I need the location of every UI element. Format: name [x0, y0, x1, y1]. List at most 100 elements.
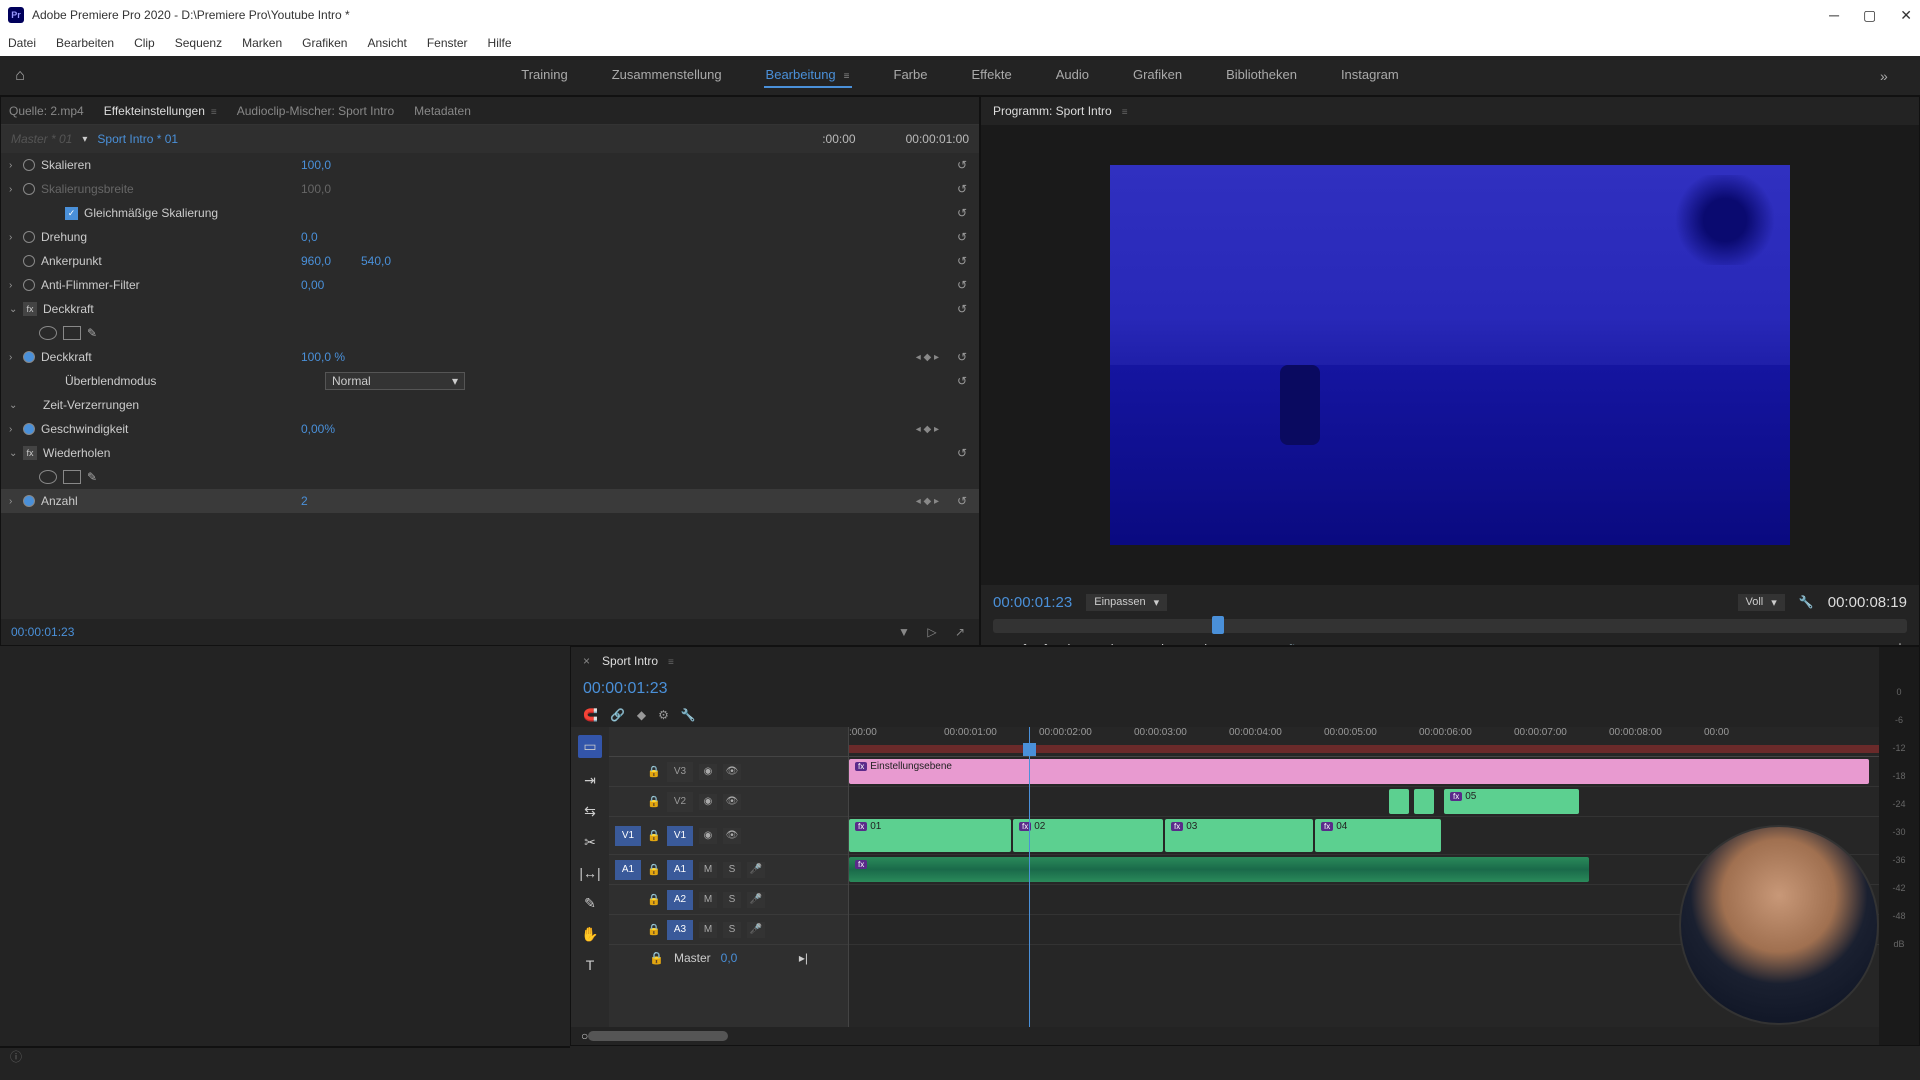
selection-tool[interactable]: ▭ [578, 735, 601, 758]
workspace-bearbeitung[interactable]: Bearbeitung≡ [764, 63, 852, 88]
tab-media-browser[interactable]: a-Browser [11, 1047, 66, 1048]
tab-info[interactable]: Informationen [167, 1047, 240, 1048]
mask-pen-icon[interactable]: ✎ [87, 470, 97, 484]
razor-tool[interactable]: ✂ [584, 834, 596, 851]
stopwatch-active-icon[interactable] [23, 351, 35, 363]
ec-sequence-clip[interactable]: Sport Intro * 01 [97, 132, 178, 146]
lock-icon[interactable]: 🔒 [649, 951, 664, 965]
target-v1[interactable]: V1 [667, 826, 693, 846]
program-timecode[interactable]: 00:00:01:23 [993, 594, 1072, 611]
lock-icon[interactable]: 🔒 [647, 863, 661, 876]
tab-program[interactable]: Programm: Sport Intro≡ [993, 104, 1128, 118]
filter-icon[interactable]: ▼ [895, 625, 913, 639]
solo-button[interactable]: S [723, 922, 741, 938]
target-v2[interactable]: V2 [667, 792, 693, 812]
lock-icon[interactable]: 🔒 [647, 795, 661, 808]
tab-timeline[interactable]: Sport Intro≡ [602, 654, 674, 668]
value-anzahl[interactable]: 2 [301, 494, 361, 508]
reset-icon[interactable]: ↺ [957, 446, 967, 460]
workspace-audio[interactable]: Audio [1054, 63, 1091, 88]
clip-04[interactable]: fx04 [1315, 819, 1441, 852]
clip-01[interactable]: fx01 [849, 819, 1011, 852]
source-a1[interactable]: A1 [615, 860, 641, 880]
work-area-bar[interactable] [849, 745, 1889, 753]
quality-dropdown[interactable]: Voll▾ [1738, 594, 1785, 611]
stopwatch-active-icon[interactable] [23, 423, 35, 435]
twist-icon[interactable]: › [9, 160, 23, 171]
reset-icon[interactable]: ↺ [957, 182, 967, 196]
type-tool[interactable]: T [586, 957, 595, 973]
workspace-bibliotheken[interactable]: Bibliotheken [1224, 63, 1299, 88]
menu-bearbeiten[interactable]: Bearbeiten [56, 36, 114, 50]
ec-current-timecode[interactable]: 00:00:01:23 [11, 625, 74, 639]
track-v3[interactable]: fxEinstellungsebene [849, 757, 1919, 787]
target-a2[interactable]: A2 [667, 890, 693, 910]
record-icon[interactable]: 🎤 [747, 922, 765, 938]
menu-grafiken[interactable]: Grafiken [302, 36, 347, 50]
clip-02[interactable]: fx02 [1013, 819, 1163, 852]
menu-fenster[interactable]: Fenster [427, 36, 468, 50]
clip-03[interactable]: fx03 [1165, 819, 1313, 852]
close-button[interactable]: ✕ [1900, 7, 1912, 24]
stopwatch-icon[interactable] [23, 231, 35, 243]
value-anker-y[interactable]: 540,0 [361, 254, 421, 268]
clip-v2-b[interactable] [1414, 789, 1434, 814]
zoom-fit-dropdown[interactable]: Einpassen▾ [1086, 594, 1167, 611]
uniform-scale-checkbox[interactable]: ✓ [65, 207, 78, 220]
reset-icon[interactable]: ↺ [957, 494, 967, 508]
workspace-farbe[interactable]: Farbe [892, 63, 930, 88]
value-deckkraft[interactable]: 100,0 % [301, 350, 361, 364]
ec-master-clip[interactable]: Master * 01 [11, 132, 72, 146]
keyframe-nav[interactable]: ◂ ◆ ▸ [916, 352, 939, 363]
menu-hilfe[interactable]: Hilfe [488, 36, 512, 50]
source-v1[interactable]: V1 [615, 826, 641, 846]
mute-button[interactable]: M [699, 922, 717, 938]
expand-icon[interactable]: ▸| [799, 951, 808, 965]
linked-selection-toggle[interactable]: 🔗 [610, 708, 625, 722]
tab-source[interactable]: Quelle: 2.mp4 [9, 104, 84, 118]
fx-badge[interactable]: fx [23, 302, 37, 316]
hand-tool[interactable]: ✋ [581, 926, 598, 943]
ripple-tool[interactable]: ⇆ [584, 803, 596, 820]
lock-icon[interactable]: 🔒 [647, 923, 661, 936]
timeline-zoom-scrollbar[interactable] [588, 1031, 728, 1041]
menu-sequenz[interactable]: Sequenz [175, 36, 222, 50]
workspace-effekte[interactable]: Effekte [969, 63, 1013, 88]
audio-clip-a1[interactable]: fx [849, 857, 1589, 882]
stopwatch-icon[interactable] [23, 255, 35, 267]
reset-icon[interactable]: ↺ [957, 206, 967, 220]
tab-markers[interactable]: Mar [325, 1047, 346, 1048]
master-value[interactable]: 0,0 [721, 951, 738, 965]
chevron-down-icon[interactable]: ▾ [82, 134, 87, 145]
menu-datei[interactable]: Datei [8, 36, 36, 50]
value-antiflimmer[interactable]: 0,00 [301, 278, 361, 292]
sync-lock-icon[interactable]: ◉ [699, 764, 717, 780]
workspace-instagram[interactable]: Instagram [1339, 63, 1401, 88]
value-anker-x[interactable]: 960,0 [301, 254, 361, 268]
twist-icon[interactable]: ⌄ [9, 448, 23, 459]
tab-audio-mixer[interactable]: Audioclip-Mischer: Sport Intro [237, 104, 394, 118]
solo-button[interactable]: S [723, 892, 741, 908]
record-icon[interactable]: 🎤 [747, 862, 765, 878]
slip-tool[interactable]: |↔| [579, 865, 600, 881]
mask-ellipse-icon[interactable] [39, 326, 57, 340]
target-v3[interactable]: V3 [667, 762, 693, 782]
record-icon[interactable]: 🎤 [747, 892, 765, 908]
settings-icon[interactable]: ⚙ [658, 708, 669, 722]
reset-icon[interactable]: ↺ [957, 230, 967, 244]
twist-icon[interactable]: ⌄ [9, 400, 23, 411]
loop-icon[interactable]: ↗ [951, 625, 969, 639]
target-a1[interactable]: A1 [667, 860, 693, 880]
wrench-icon[interactable]: 🔧 [1799, 595, 1814, 609]
lock-icon[interactable]: 🔒 [647, 893, 661, 906]
blend-mode-dropdown[interactable]: Normal▾ [325, 372, 465, 390]
target-a3[interactable]: A3 [667, 920, 693, 940]
track-v2[interactable]: fx05 [849, 787, 1919, 817]
mask-rect-icon[interactable] [63, 470, 81, 484]
playhead-icon[interactable] [1212, 616, 1224, 634]
clip-05[interactable]: fx05 [1444, 789, 1579, 814]
pen-tool[interactable]: ✎ [584, 895, 596, 912]
home-button[interactable]: ⌂ [0, 67, 40, 85]
tab-effect-controls[interactable]: Effekteinstellungen≡ [104, 104, 217, 118]
play-only-icon[interactable]: ▷ [923, 625, 941, 639]
